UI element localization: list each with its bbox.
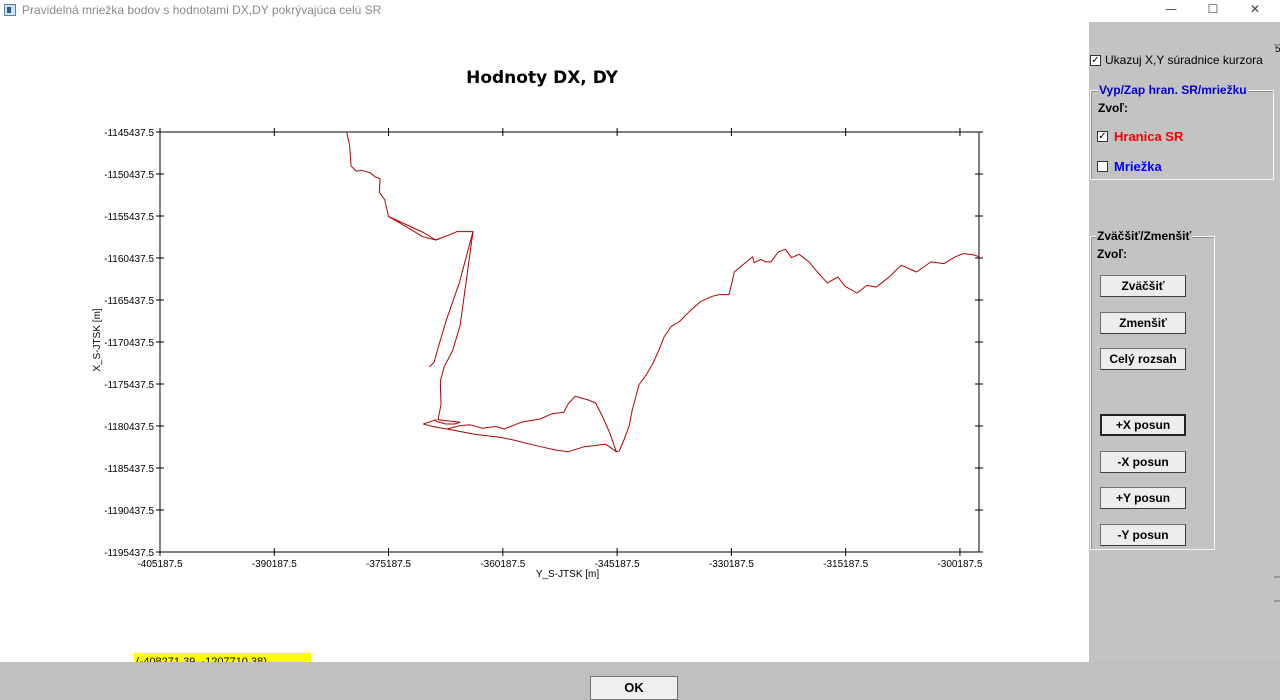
minus-y-shift-button[interactable]: -Y posun [1100,524,1186,546]
window-title: Pravidelná mriežka bodov s hodnotami DX,… [22,3,382,17]
y-tick-label: -1145437.5 [104,128,154,139]
border-line-0 [346,131,980,453]
chart-canvas[interactable]: -1145437.5 -1150437.5 -1155437.5 -1160437.5… [0,22,1089,662]
y-tick-label: -1155437.5 [104,212,154,223]
border-grid-group-title: Vyp/Zap hran. SR/mriežku [1098,83,1248,97]
hranica-label: Hranica SR [1114,129,1184,144]
minus-x-shift-button[interactable]: -X posun [1100,451,1186,473]
zoom-group-title: Zväčšiť/Zmenšiť [1096,229,1193,243]
y-axis-label: X_S-JTSK [m] [92,308,103,372]
x-tick-label: -345187.5 [595,559,640,570]
y-tick-label: -1185437.5 [104,464,154,475]
y-tick-label: -1170437.5 [104,338,154,349]
minimize-button[interactable]: — [1151,0,1191,20]
x-axis-label: Y_S-JTSK [m] [536,569,600,580]
border-line-3 [446,395,617,452]
plot-panel[interactable]: Hodnoty DX, DY -1145437.5 -1150437.5 -1155… [0,22,1089,663]
show-cursor-label: Ukazuj X,Y súradnice kurzora [1105,53,1263,67]
plus-x-shift-button[interactable]: +X posun [1100,414,1186,436]
edge-tick [1274,576,1280,578]
mriezka-checkbox[interactable] [1097,161,1108,172]
y-tick-label: -1190437.5 [104,506,154,517]
x-tick-label: -405187.5 [137,559,182,570]
zoom-in-button[interactable]: Zväčšiť [1100,275,1186,297]
zoom-zvol-label: Zvoľ: [1097,247,1127,261]
x-tick-label: -390187.5 [252,559,297,570]
x-tick-label: -330187.5 [709,559,754,570]
x-tick-label: -300187.5 [937,559,982,570]
x-tick-label: -375187.5 [366,559,411,570]
zoom-out-button[interactable]: Zmenšiť [1100,312,1186,334]
y-tick-label: -1160437.5 [104,254,154,265]
full-extent-button[interactable]: Celý rozsah [1100,348,1186,370]
mriezka-label: Mriežka [1114,159,1162,174]
ok-button[interactable]: OK [590,676,678,700]
hranica-checkbox[interactable]: ✓ [1097,131,1108,142]
x-tick-label: -315187.5 [823,559,868,570]
border-line-2 [429,231,474,368]
y-tick-label: -1180437.5 [104,422,154,433]
show-cursor-checkbox[interactable]: ✓ [1090,55,1101,66]
x-tick-label: -360187.5 [480,559,525,570]
plus-y-shift-button[interactable]: +Y posun [1100,487,1186,509]
border-grid-zvol-label: Zvoľ: [1098,101,1128,115]
edge-tick [1274,600,1280,602]
close-button[interactable]: ✕ [1235,0,1275,20]
plot-frame [159,131,980,553]
title-bar: Pravidelná mriežka bodov s hodnotami DX,… [0,0,1280,22]
y-tick-label: -1150437.5 [104,170,154,181]
app-icon [4,4,16,16]
y-tick-label: -1175437.5 [104,380,154,391]
edge-tick [1274,44,1280,46]
y-tick-label: -1165437.5 [104,296,154,307]
y-tick-label: -1195437.5 [104,548,154,559]
maximize-button[interactable]: ☐ [1193,0,1233,20]
